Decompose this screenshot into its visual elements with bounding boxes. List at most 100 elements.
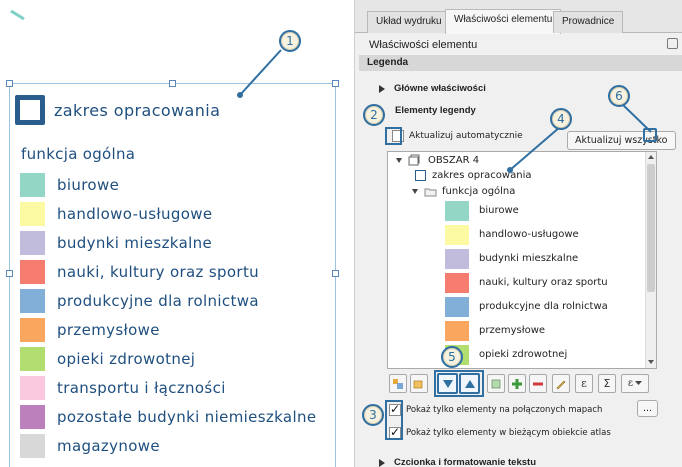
legend-tree[interactable]: OBSZAR 4 zakres opracowania funkcja ogól… <box>387 151 657 369</box>
legend-item-label: budynki mieszkalne <box>57 233 213 252</box>
resize-handle-right-middle[interactable] <box>332 270 339 277</box>
tree-item-row[interactable]: produkcyjne dla rolnictwa <box>445 295 608 318</box>
legend-item: produkcyjne dla rolnictwa <box>20 286 316 315</box>
expression-menu-button[interactable]: ε <box>621 374 649 393</box>
group-main-properties[interactable]: Główne właściwości <box>379 83 486 94</box>
collapse-arrow-icon[interactable] <box>396 157 402 163</box>
edit-item-button[interactable] <box>552 374 570 393</box>
callout-1: 1 <box>279 30 301 52</box>
legend-item-label: transportu i łączności <box>57 378 226 397</box>
legend-item-label: przemysłowe <box>57 320 160 339</box>
tree-item-row[interactable]: nauki, kultury oraz sportu <box>445 271 608 294</box>
option-linked-maps-row[interactable]: Pokaż tylko elementy na połączonych mapa… <box>389 402 603 416</box>
sum-button[interactable]: Σ <box>598 374 616 393</box>
auto-update-row[interactable]: Aktualizuj automatycznie <box>392 130 523 142</box>
tree-item-row[interactable]: opieki zdrowotnej <box>445 343 567 366</box>
tree-item-row[interactable]: biurowe <box>445 199 519 222</box>
scroll-thumb[interactable] <box>647 164 655 292</box>
expand-arrow-icon <box>379 458 385 467</box>
resize-handle-top-right[interactable] <box>332 80 339 87</box>
legend-title-label: zakres opracowania <box>54 100 221 120</box>
callout-3: 3 <box>362 404 384 426</box>
tree-scrollbar[interactable] <box>645 152 656 368</box>
highlight-options <box>385 400 403 440</box>
legend-item-label: magazynowe <box>57 436 160 455</box>
auto-update-label: Aktualizuj automatycznie <box>409 131 523 141</box>
tree-item-label: opieki zdrowotnej <box>479 349 568 360</box>
legend-items: biurowe handlowo-usługowe budynki mieszkal… <box>20 170 316 460</box>
tree-item-label: biurowe <box>479 205 519 216</box>
collapse-arrow-icon[interactable] <box>412 189 418 194</box>
tree-item-label: produkcyjne dla rolnictwa <box>479 301 608 312</box>
legend-swatch <box>20 288 45 313</box>
tab-bar: Układ wydruku Właściwości elementu Prowa… <box>355 0 682 34</box>
resize-handle-top-left[interactable] <box>6 80 13 87</box>
group-main-properties-label: Główne właściwości <box>394 83 486 94</box>
legend-swatch <box>20 201 45 226</box>
tree-layer-row[interactable]: zakres opracowania <box>415 170 531 181</box>
tree-layer-label: zakres opracowania <box>432 170 532 181</box>
callout-6: 6 <box>608 85 630 107</box>
legend-item: budynki mieszkalne <box>20 228 316 257</box>
tree-root-label: OBSZAR 4 <box>428 154 480 166</box>
legend-item: przemysłowe <box>20 315 316 344</box>
legend-item: pozostałe budynki niemieszkalne <box>20 402 316 431</box>
resize-handle-top-center[interactable] <box>169 80 176 87</box>
chevron-down-icon <box>635 381 643 385</box>
callout-4: 4 <box>550 108 572 130</box>
legend-item: magazynowe <box>20 431 316 460</box>
section-legend: Legenda <box>359 55 682 71</box>
add-item-button[interactable] <box>508 374 526 393</box>
callout-5: 5 <box>441 346 463 368</box>
scroll-up-arrow-icon[interactable] <box>648 155 654 159</box>
legend-swatch <box>20 317 45 342</box>
tree-item-row[interactable]: transportu i łączności <box>445 367 586 368</box>
highlight-auto-update <box>385 127 402 145</box>
callout-2: 2 <box>363 104 385 126</box>
layout-canvas[interactable]: zakres opracowania funkcja ogólna biurow… <box>0 0 342 467</box>
add-group-button[interactable] <box>389 374 407 393</box>
tree-item-row[interactable]: budynki mieszkalne <box>445 247 578 270</box>
scroll-down-arrow-icon[interactable] <box>648 360 654 364</box>
resize-handle-left-middle[interactable] <box>6 270 13 277</box>
tree-item-label: budynki mieszkalne <box>479 253 579 264</box>
pencil-icon <box>556 380 566 389</box>
highlight-move-buttons <box>434 370 484 397</box>
panel-title: Właściwości elementu <box>369 39 478 51</box>
update-all-button[interactable]: Aktualizuj wszystko <box>567 131 676 150</box>
group-fonts[interactable]: Czcionka i formatowanie tekstu <box>379 457 536 467</box>
layer-symbol-icon <box>415 170 426 181</box>
group-legend-items-label: Elementy legendy <box>395 105 476 116</box>
linked-maps-settings-button[interactable]: ... <box>637 400 659 417</box>
tree-item-swatch <box>445 224 469 245</box>
legend-item-label: nauki, kultury oraz sportu <box>57 262 260 281</box>
canvas-decoration <box>10 10 25 20</box>
legend-item-label: pozostałe budynki niemieszkalne <box>57 407 317 426</box>
tab-item-properties[interactable]: Właściwości elementu <box>445 9 562 34</box>
tree-group-row[interactable]: funkcja ogólna <box>412 186 515 197</box>
tree-item-swatch <box>445 272 469 293</box>
layer-add-icon <box>491 379 501 388</box>
legend-item-label: opieki zdrowotnej <box>57 349 196 368</box>
legend-item: opieki zdrowotnej <box>20 344 316 373</box>
tab-guides[interactable]: Prowadnice <box>553 11 624 33</box>
expand-arrow-icon <box>379 84 385 93</box>
folder-icon <box>424 188 437 196</box>
remove-item-button[interactable] <box>529 374 547 393</box>
atlas-label: Pokaż tylko elementy w bieżącym obiekcie… <box>406 428 611 438</box>
expression-button[interactable]: ε <box>575 374 593 393</box>
legend-item-label: handlowo-usługowe <box>57 204 213 223</box>
linked-maps-label: Pokaż tylko elementy na połączonych mapa… <box>406 405 603 415</box>
dock-icon[interactable] <box>667 38 678 49</box>
add-layer-button[interactable] <box>487 374 505 393</box>
tab-layout[interactable]: Układ wydruku <box>367 11 451 33</box>
tree-item-row[interactable]: przemysłowe <box>445 319 545 342</box>
tree-item-row[interactable]: handlowo-usługowe <box>445 223 579 246</box>
group-fonts-label: Czcionka i formatowanie tekstu <box>394 457 537 467</box>
legend-swatch <box>20 375 45 400</box>
map-layer-icon <box>408 154 420 166</box>
option-atlas-row[interactable]: Pokaż tylko elementy w bieżącym obiekcie… <box>389 425 611 439</box>
tree-root-row[interactable]: OBSZAR 4 <box>396 154 479 166</box>
remove-group-button[interactable] <box>410 374 428 393</box>
legend-swatch <box>20 404 45 429</box>
